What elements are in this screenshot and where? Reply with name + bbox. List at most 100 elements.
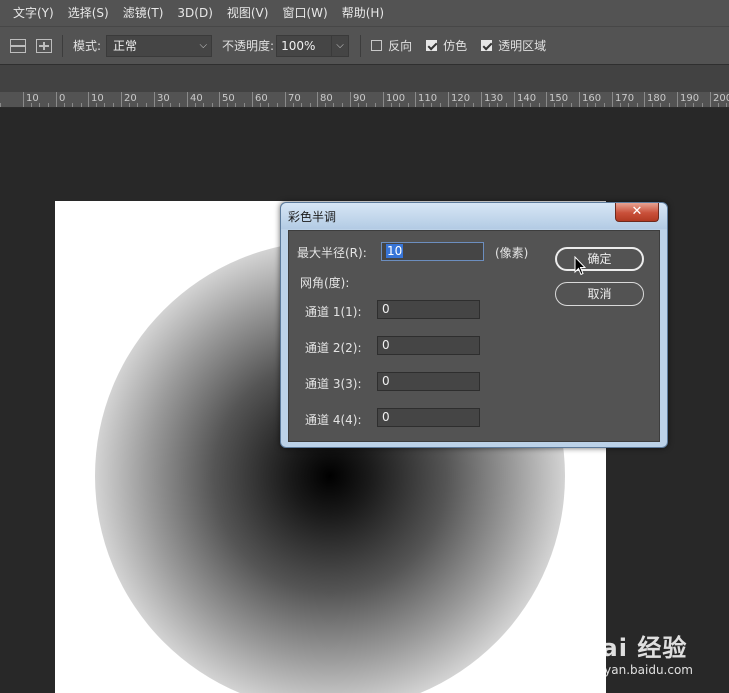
ruler-tick	[88, 92, 89, 107]
ruler-tick	[56, 92, 57, 107]
ruler-tick	[350, 92, 351, 107]
close-button[interactable]: ✕	[615, 203, 659, 222]
pixels-unit-label: (像素)	[495, 246, 529, 260]
channel-3-label: 通道 3(3):	[305, 377, 362, 391]
ruler-tick	[383, 92, 384, 107]
ruler-minor-tick	[685, 103, 686, 107]
transparency-checkbox-group[interactable]: 透明区域	[481, 37, 546, 54]
ruler-label: 10	[91, 93, 104, 104]
gradient-linear-icon[interactable]	[10, 38, 26, 53]
ruler-label: 100	[386, 93, 406, 104]
channel-3-input[interactable]: 0	[377, 372, 480, 391]
ruler-label: 140	[517, 93, 537, 104]
mode-label: 模式:	[73, 39, 102, 53]
menu-type[interactable]: 文字(Y)	[6, 0, 61, 26]
channel-2-value: 0	[382, 338, 390, 352]
ruler-tick	[546, 92, 547, 107]
divider	[360, 34, 362, 57]
mouse-pointer-icon	[574, 256, 586, 276]
ruler-minor-tick	[0, 103, 1, 107]
close-icon: ✕	[631, 204, 643, 219]
menu-help[interactable]: 帮助(H)	[335, 0, 391, 26]
ruler-minor-tick	[129, 103, 130, 107]
ruler-minor-tick	[162, 103, 163, 107]
ruler-tick	[481, 92, 482, 107]
channel-2-input[interactable]: 0	[377, 336, 480, 355]
channel-1-input[interactable]: 0	[377, 300, 480, 319]
ruler-minor-tick	[628, 103, 629, 107]
chevron-down-icon[interactable]: ⌵	[331, 34, 350, 57]
ruler-minor-tick	[72, 103, 73, 107]
ruler-label: 50	[222, 93, 235, 104]
ruler-minor-tick	[48, 103, 49, 107]
channel-4-value: 0	[382, 410, 390, 424]
opacity-label: 不透明度:	[222, 39, 275, 53]
ruler-minor-tick	[399, 103, 400, 107]
ruler-minor-tick	[235, 103, 236, 107]
transparency-checkbox[interactable]	[481, 40, 493, 51]
ruler-minor-tick	[146, 103, 147, 107]
ruler-minor-tick	[277, 103, 278, 107]
ruler-minor-tick	[268, 103, 269, 107]
cancel-button[interactable]: 取消	[555, 282, 644, 306]
ruler-tick	[285, 92, 286, 107]
ruler-minor-tick	[595, 103, 596, 107]
cancel-label: 取消	[587, 287, 612, 301]
horizontal-ruler: 10 0 10 20 30 40 50 60 70 80 90 100 110 120 130 140 150 1…	[0, 92, 729, 108]
ruler-minor-tick	[604, 103, 605, 107]
ruler-minor-tick	[342, 103, 343, 107]
ruler-tick	[187, 92, 188, 107]
ruler-minor-tick	[408, 103, 409, 107]
max-radius-input[interactable]: 10	[381, 242, 484, 261]
mode-value: 正常	[113, 38, 138, 53]
ruler-label: 160	[582, 93, 602, 104]
menu-window[interactable]: 窗口(W)	[275, 0, 334, 26]
ruler-minor-tick	[669, 103, 670, 107]
ruler-minor-tick	[179, 103, 180, 107]
chevron-down-icon: ⌵	[199, 39, 208, 51]
dither-checkbox[interactable]	[426, 40, 438, 51]
ruler-tick	[710, 92, 711, 107]
dither-checkbox-group[interactable]: 仿色	[426, 37, 467, 54]
ruler-label: 20	[124, 93, 137, 104]
ok-button[interactable]: 确定	[555, 247, 644, 271]
channel-2-label: 通道 2(2):	[305, 341, 362, 355]
ruler-minor-tick	[522, 103, 523, 107]
ruler-label: 10	[26, 93, 39, 104]
ruler-tick	[121, 92, 122, 107]
ruler-minor-tick	[358, 103, 359, 107]
divider	[62, 34, 63, 57]
menu-filter[interactable]: 滤镜(T)	[116, 0, 171, 26]
ruler-minor-tick	[693, 103, 694, 107]
ruler-tick	[448, 92, 449, 107]
ruler-minor-tick	[195, 103, 196, 107]
opacity-input[interactable]: 100% ⌵	[276, 34, 350, 57]
menu-view[interactable]: 视图(V)	[220, 0, 276, 26]
ruler-minor-tick	[506, 103, 507, 107]
reverse-checkbox-group[interactable]: 反向	[371, 37, 412, 54]
dialog-titlebar[interactable]: 彩色半调 ✕	[281, 203, 667, 229]
ruler-minor-tick	[39, 103, 40, 107]
ruler-minor-tick	[203, 103, 204, 107]
ruler-minor-tick	[375, 103, 376, 107]
ruler-tick	[514, 92, 515, 107]
dialog-body: 最大半径(R): 10 (像素) 网角(度): 通道 1(1): 0 通道 2(…	[288, 230, 660, 442]
menu-3d[interactable]: 3D(D)	[170, 0, 219, 26]
ruler-label: 80	[320, 93, 333, 104]
reverse-checkbox[interactable]	[371, 40, 383, 51]
ruler-minor-tick	[96, 103, 97, 107]
ruler-minor-tick	[456, 103, 457, 107]
ruler-minor-tick	[718, 103, 719, 107]
ruler-minor-tick	[170, 103, 171, 107]
menu-select[interactable]: 选择(S)	[61, 0, 116, 26]
watermark-title: Bai 经验	[582, 634, 688, 662]
ruler-label: 180	[647, 93, 667, 104]
ruler-minor-tick	[366, 103, 367, 107]
gradient-radial-icon[interactable]	[36, 38, 52, 53]
ruler-label: 130	[484, 93, 504, 104]
ruler-minor-tick	[391, 103, 392, 107]
mode-dropdown[interactable]: 正常 ⌵	[106, 34, 213, 57]
channel-4-input[interactable]: 0	[377, 408, 480, 427]
dialog-title: 彩色半调	[288, 210, 337, 224]
ruler-label: 120	[451, 93, 471, 104]
